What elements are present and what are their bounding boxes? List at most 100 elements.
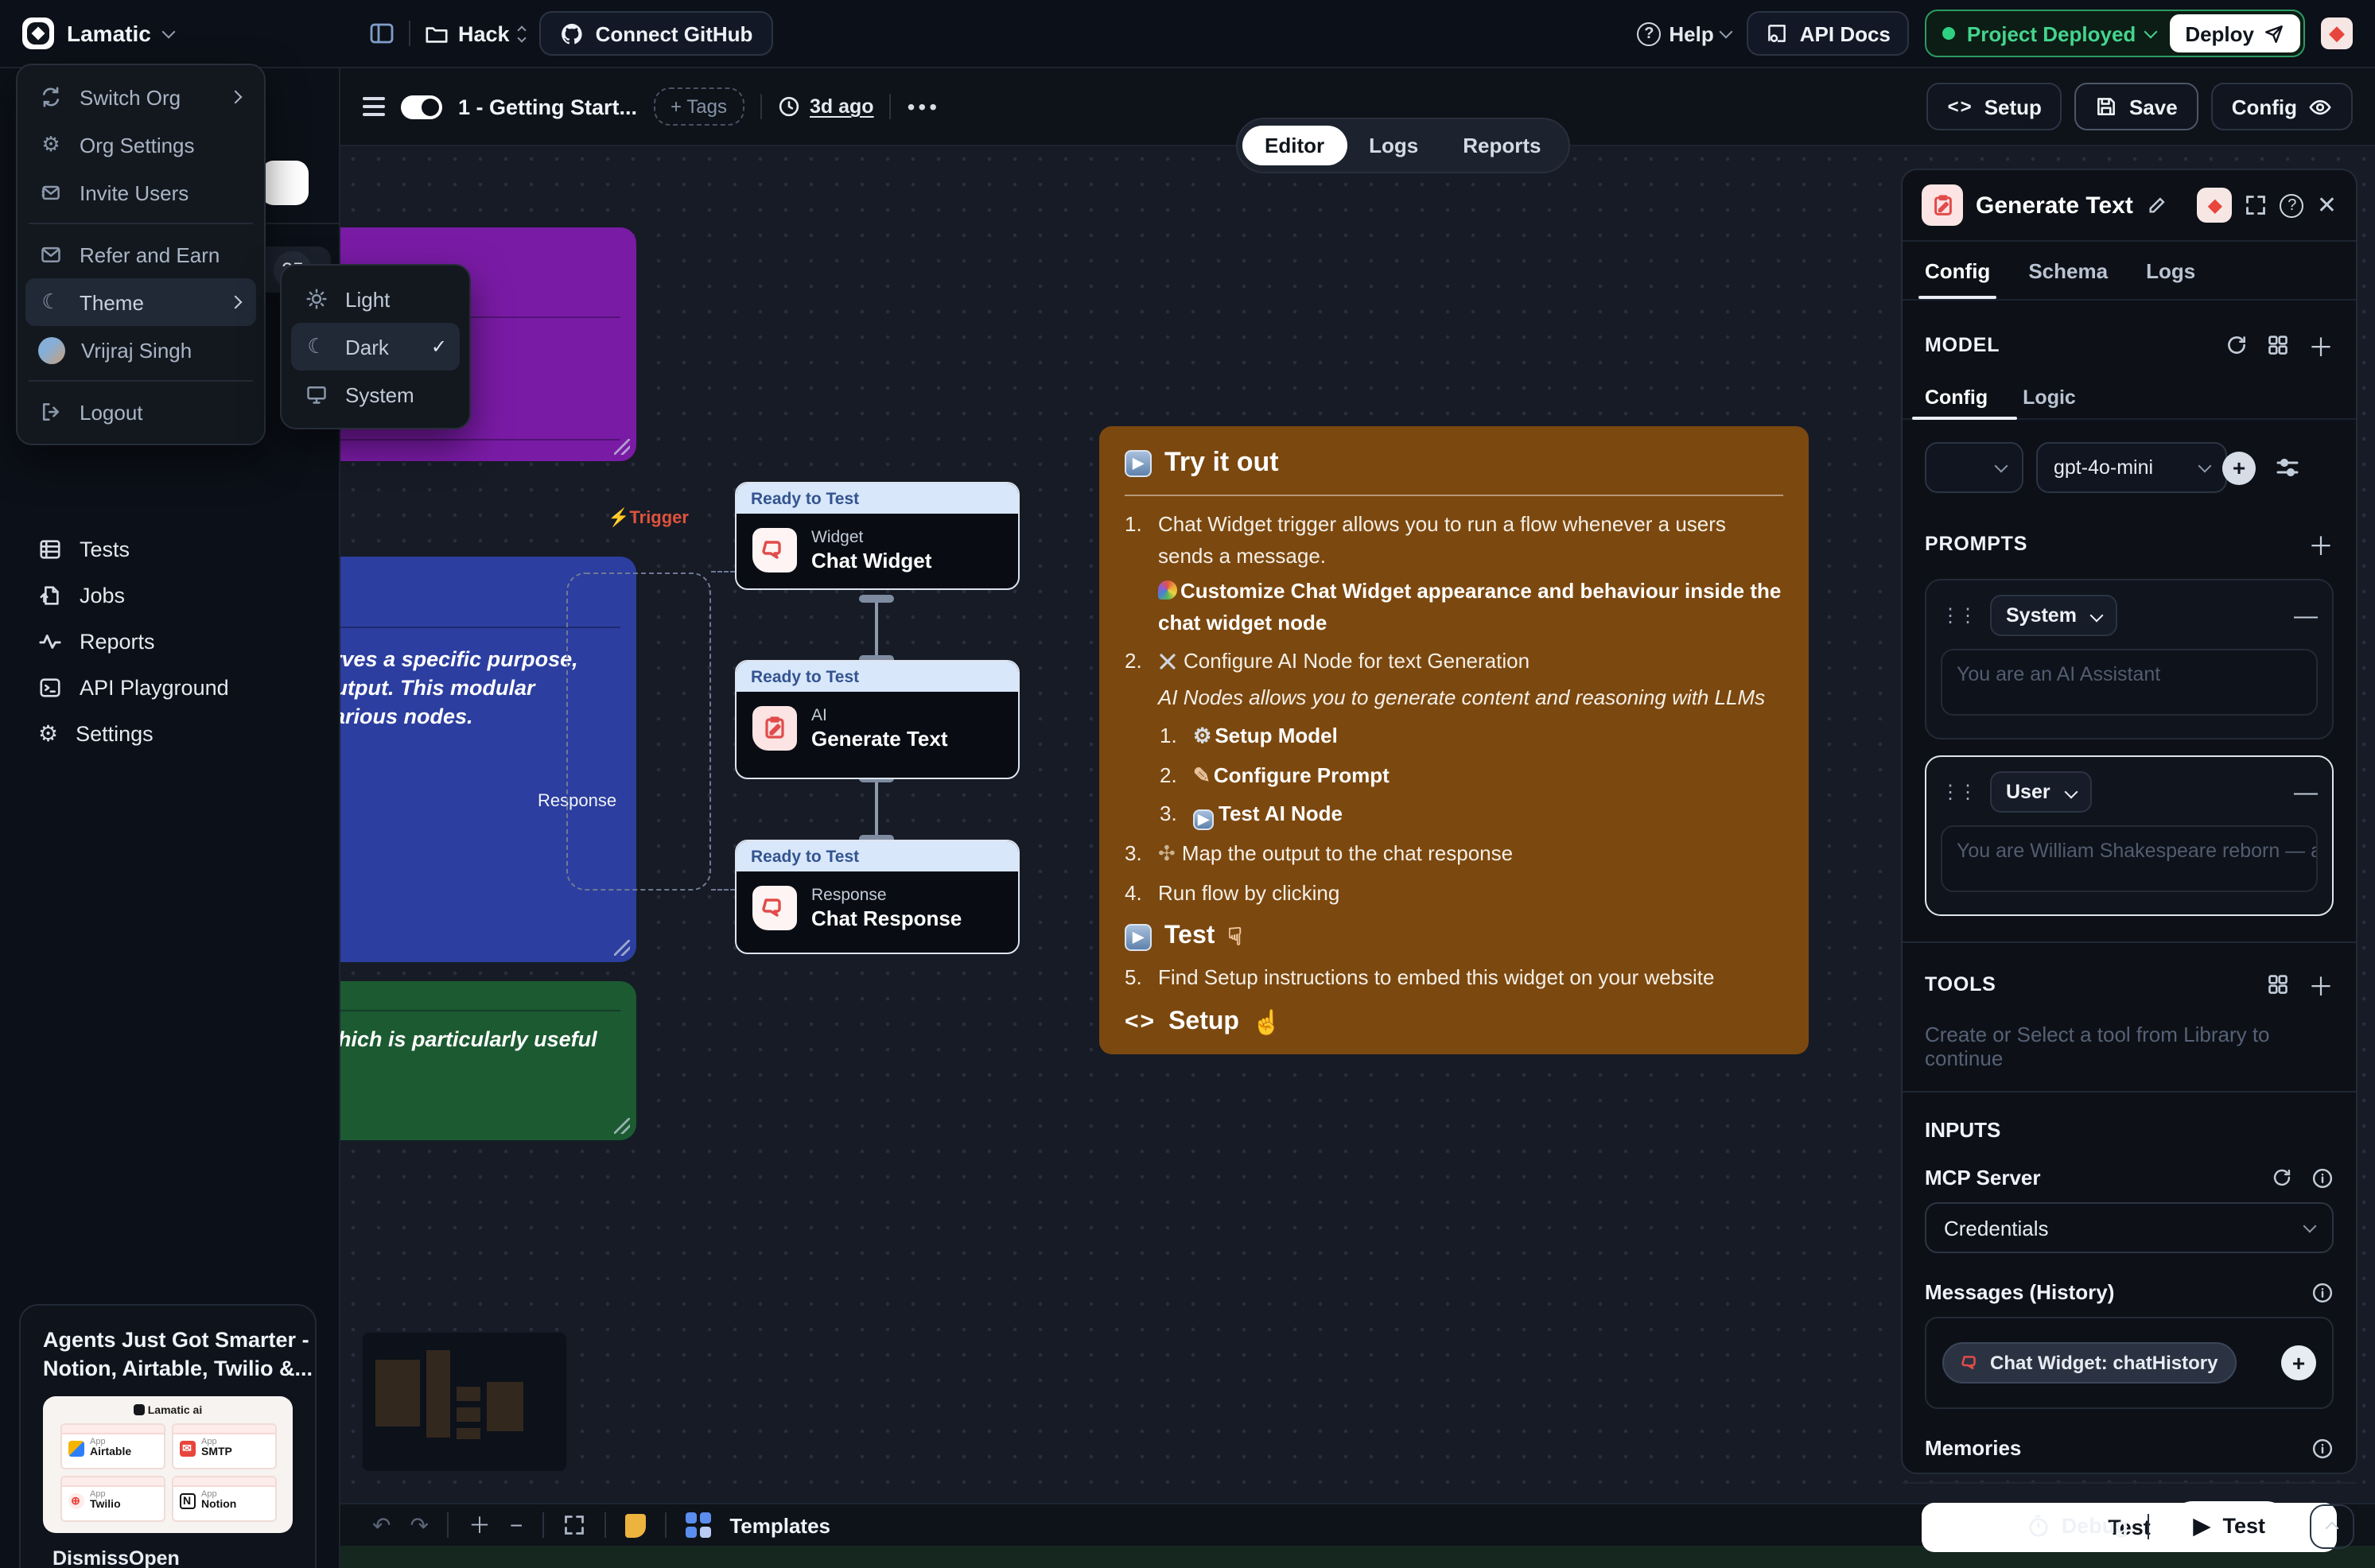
sidebar-item-settings[interactable]: ⚙ Settings [0, 711, 339, 757]
resize-handle-icon[interactable] [614, 1118, 630, 1134]
zoom-out-button[interactable]: − [510, 1512, 523, 1538]
drag-handle-icon[interactable]: ⋮⋮ [1941, 604, 1976, 627]
theme-option-system[interactable]: System [291, 371, 460, 418]
close-icon[interactable]: ✕ [2317, 191, 2337, 219]
info-icon[interactable] [2311, 1437, 2334, 1459]
model-params-icon[interactable] [2275, 455, 2300, 480]
model-select[interactable]: gpt-4o-mini [2036, 442, 2227, 493]
resize-handle-icon[interactable] [614, 940, 630, 956]
smtp-icon: ✉ [179, 1442, 195, 1457]
role-select-user[interactable]: User [1990, 771, 2092, 813]
refresh-icon[interactable] [2272, 1167, 2292, 1188]
try-it-out-note[interactable]: ▶Try it out 1.Chat Widget trigger allows… [1099, 426, 1809, 1054]
sidebar-active-item[interactable] [261, 161, 309, 205]
tab-reports[interactable]: Reports [1440, 126, 1563, 165]
templates-button[interactable]: Templates [729, 1513, 830, 1537]
tab-config[interactable]: Config [1925, 242, 1990, 299]
org-dropdown-menu: Switch Org ⚙ Org Settings Invite Users R… [16, 64, 266, 445]
theme-option-light[interactable]: Light [291, 275, 460, 323]
remove-prompt-button[interactable]: — [2294, 604, 2318, 627]
sidebar-item-jobs[interactable]: Jobs [0, 572, 339, 619]
config-button[interactable]: Config [2211, 83, 2353, 130]
more-options-button[interactable]: ••• [908, 94, 940, 119]
credentials-select[interactable]: Credentials [1925, 1202, 2334, 1253]
tab-editor[interactable]: Editor [1242, 126, 1347, 165]
debug-button[interactable]: Debug [2027, 1514, 2128, 1538]
last-updated[interactable]: 3d ago [778, 95, 874, 118]
flow-menu-icon[interactable] [363, 97, 385, 116]
minimap[interactable] [363, 1333, 566, 1471]
info-icon[interactable] [2311, 1281, 2334, 1303]
refresh-icon[interactable] [2225, 334, 2248, 356]
rename-icon[interactable] [2146, 195, 2167, 215]
node-chat-response[interactable]: Ready to Test Response Chat Response [735, 840, 1020, 954]
collapse-panel-button[interactable] [2310, 1504, 2354, 1548]
info-icon[interactable] [2311, 1166, 2334, 1189]
tab-logs[interactable]: Logs [2146, 242, 2195, 299]
guide-step: Run flow by clicking [1158, 878, 1339, 909]
open-changelog-button[interactable]: Open changelog [129, 1547, 283, 1568]
help-icon[interactable]: ? [2280, 193, 2304, 217]
tab-logs[interactable]: Logs [1347, 126, 1440, 165]
canvas-note-green[interactable]: which is particularly useful s. [340, 981, 636, 1140]
chat-history-chip[interactable]: Chat Widget: chatHistory [1942, 1342, 2237, 1384]
drag-handle-icon[interactable]: ⋮⋮ [1941, 781, 1976, 803]
workspace-switcher[interactable]: Hack [425, 21, 526, 45]
menu-item-refer-earn[interactable]: Refer and Earn [25, 231, 256, 278]
redo-button[interactable]: ↷ [410, 1512, 428, 1539]
tab-schema[interactable]: Schema [2028, 242, 2108, 299]
menu-item-org-settings[interactable]: ⚙ Org Settings [25, 121, 256, 169]
run-test-button[interactable]: ▶Test [2168, 1501, 2291, 1551]
flow-title[interactable]: 1 - Getting Start... [458, 95, 637, 118]
add-note-button[interactable] [624, 1513, 645, 1537]
add-model-quick-button[interactable]: + [2222, 451, 2256, 484]
add-prompt-button[interactable]: ＋ [2308, 525, 2334, 563]
menu-item-switch-org[interactable]: Switch Org [25, 73, 256, 121]
add-message-button[interactable]: + [2281, 1345, 2316, 1380]
api-docs-button[interactable]: API Docs [1747, 11, 1910, 56]
subtab-config[interactable]: Config [1925, 377, 1988, 418]
sidebar-item-tests[interactable]: Tests [0, 526, 339, 572]
subtab-logic[interactable]: Logic [2023, 377, 2076, 418]
zoom-in-button[interactable]: ＋ [468, 1509, 491, 1541]
sidebar-item-reports[interactable]: Reports [0, 619, 339, 665]
extension-icon[interactable]: ◆ [2321, 17, 2353, 49]
menu-item-profile[interactable]: Vrijraj Singh [25, 326, 256, 374]
help-menu[interactable]: ? Help [1637, 21, 1731, 45]
system-prompt-input[interactable] [1941, 649, 2318, 716]
node-color-chip[interactable]: ◆ [2198, 188, 2233, 223]
tool-library-icon[interactable] [2267, 973, 2289, 996]
library-grid-icon[interactable] [2267, 334, 2289, 356]
node-port[interactable] [859, 595, 894, 603]
invite-users-icon [38, 181, 64, 204]
dismiss-button[interactable]: Dismiss [52, 1547, 129, 1568]
fit-view-icon[interactable] [562, 1514, 585, 1536]
setup-button[interactable]: <>Setup [1927, 83, 2062, 130]
role-select-system[interactable]: System [1990, 595, 2118, 636]
save-button[interactable]: Save [2075, 83, 2198, 130]
deploy-button[interactable]: Deploy [2169, 14, 2300, 52]
provider-select[interactable] [1925, 442, 2023, 493]
expand-icon[interactable] [2245, 194, 2268, 216]
undo-button[interactable]: ↶ [372, 1512, 391, 1539]
sidebar-toggle-icon[interactable] [369, 21, 395, 46]
menu-item-logout[interactable]: Logout [25, 388, 256, 436]
resize-handle-icon[interactable] [614, 439, 630, 455]
node-generate-text[interactable]: Ready to Test AI Generate Text [735, 660, 1020, 779]
remove-prompt-button[interactable]: — [2294, 780, 2318, 804]
node-chat-widget[interactable]: Ready to Test Widget Chat Widget [735, 482, 1020, 590]
palette-icon [1158, 580, 1177, 600]
org-switcher[interactable]: Lamatic [22, 17, 173, 49]
connect-github-button[interactable]: Connect GitHub [540, 11, 774, 56]
add-model-button[interactable]: ＋ [2308, 326, 2334, 364]
sidebar-item-api-playground[interactable]: API Playground [0, 665, 339, 711]
user-prompt-input[interactable] [1941, 825, 2318, 892]
deploy-status[interactable]: Project Deployed [1967, 21, 2155, 45]
menu-item-theme[interactable]: ☾ Theme [25, 278, 256, 326]
flow-enabled-toggle[interactable] [401, 95, 442, 118]
theme-option-dark[interactable]: ☾ Dark ✓ [291, 323, 460, 371]
prompts-heading: PROMPTS [1925, 533, 2027, 555]
add-tags-button[interactable]: + Tags [653, 87, 744, 126]
menu-item-invite-users[interactable]: Invite Users [25, 169, 256, 216]
add-tool-button[interactable]: ＋ [2308, 965, 2334, 1003]
